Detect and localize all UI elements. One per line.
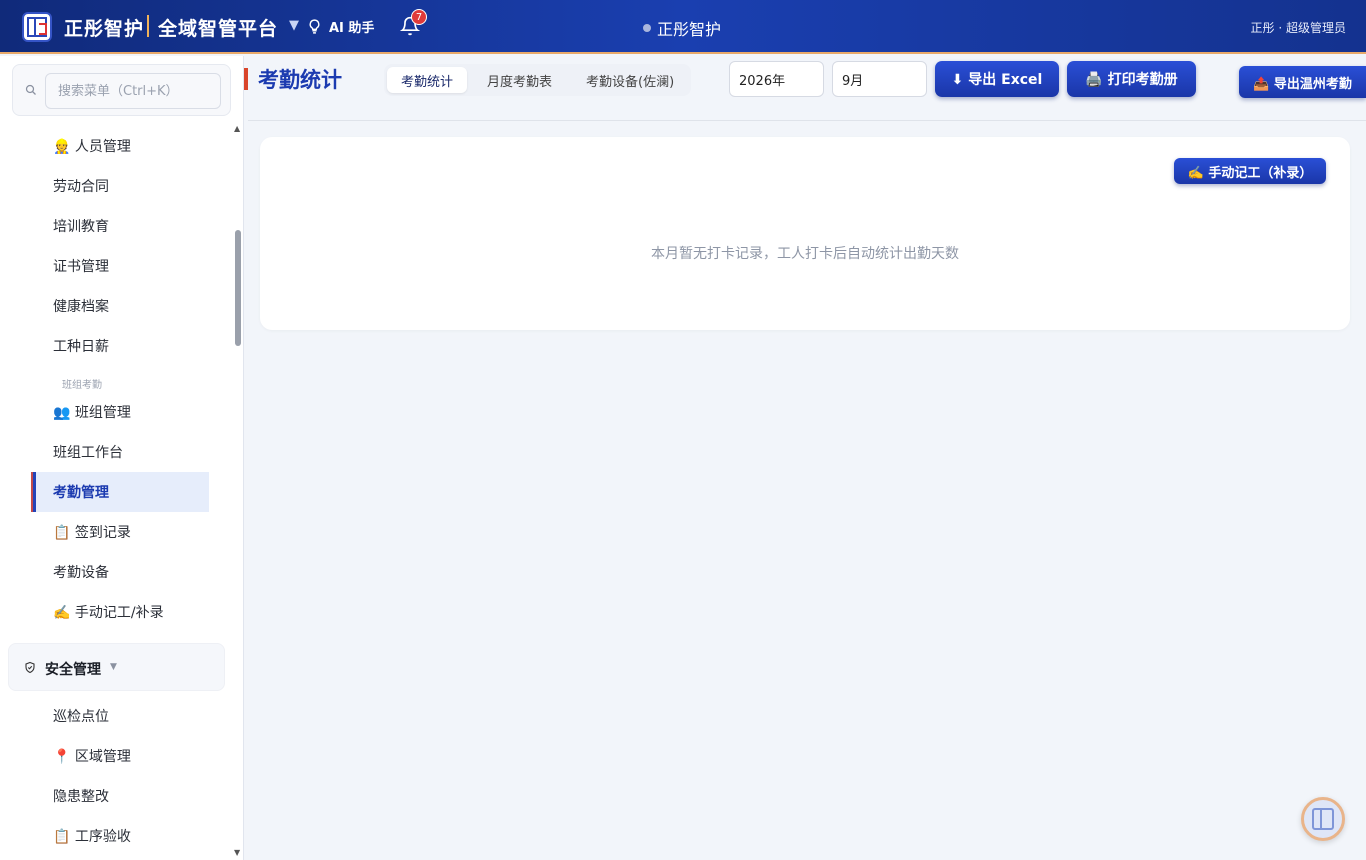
ai-assistant-label: AI 助手 xyxy=(329,21,375,36)
floating-assistant-button[interactable] xyxy=(1301,797,1345,841)
print-roster-button[interactable]: 🖨️ 打印考勤册 xyxy=(1067,61,1196,97)
page-title: 考勤统计 xyxy=(258,68,342,92)
app-logo-icon xyxy=(1312,808,1334,830)
center-title: 正彤智护 xyxy=(643,16,721,40)
shield-icon xyxy=(25,661,35,674)
lightbulb-icon xyxy=(309,19,320,34)
export-wenzhou-button[interactable]: 📤 导出温州考勤 xyxy=(1239,66,1366,98)
scroll-down-arrow-icon[interactable]: ▼ xyxy=(234,848,240,857)
sidebar-item-personnel[interactable]: 👷 人员管理 xyxy=(53,136,131,156)
sidebar-item-attendance[interactable]: 考勤管理 xyxy=(53,482,109,502)
sidebar-item-daily-wage[interactable]: 工种日薪 xyxy=(53,336,109,356)
empty-state-message: 本月暂无打卡记录，工人打卡后自动统计出勤天数 xyxy=(651,246,959,262)
top-header: 正彤智护 全域智管平台 ▼ AI 助手 7 正彤智护 正彤 · 超级管理员 xyxy=(0,0,1366,54)
scrollbar-thumb[interactable] xyxy=(235,230,241,346)
sidebar-item-team-management[interactable]: 👥 班组管理 xyxy=(53,402,131,422)
brand-name: 正彤智护 xyxy=(64,18,145,40)
app-logo[interactable] xyxy=(22,12,52,42)
platform-name: 全域智管平台 xyxy=(158,18,279,40)
tab-attendance-devices[interactable]: 考勤设备(佐澜) xyxy=(572,67,688,93)
sidebar-item-team-workbench[interactable]: 班组工作台 xyxy=(53,442,123,462)
sidebar-item-manual-record[interactable]: ✍️ 手动记工/补录 xyxy=(53,602,164,622)
status-dot-icon xyxy=(643,24,651,32)
search-icon xyxy=(25,84,36,95)
sidebar-item-health-records[interactable]: 健康档案 xyxy=(53,296,109,316)
chevron-down-icon: ▼ xyxy=(110,662,117,672)
notification-badge: 7 xyxy=(411,9,427,25)
tab-bar: 考勤统计 月度考勤表 考勤设备(佐澜) xyxy=(384,64,692,96)
ai-assistant-button[interactable]: AI 助手 xyxy=(306,17,374,36)
brand-divider xyxy=(147,15,149,37)
page-title-accent xyxy=(244,68,248,90)
center-title-text: 正彤智护 xyxy=(657,20,722,39)
sidebar-group-label: 安全管理 xyxy=(45,662,101,678)
sidebar: ▲ ▼ 👷 人员管理 劳动合同 培训教育 证书管理 健康档案 工种日薪 班组考勤… xyxy=(0,56,244,860)
sidebar-subheading: 班组考勤 xyxy=(62,380,102,391)
sidebar-item-certificates[interactable]: 证书管理 xyxy=(53,256,109,276)
search-input[interactable] xyxy=(45,73,221,109)
sidebar-item-training[interactable]: 培训教育 xyxy=(53,216,109,236)
sidebar-item-process-acceptance[interactable]: 📋 工序验收 xyxy=(53,826,131,846)
sidebar-item-checkin-records[interactable]: 📋 签到记录 xyxy=(53,522,131,542)
sidebar-item-area-management[interactable]: 📍 区域管理 xyxy=(53,746,131,766)
export-excel-button[interactable]: ⬇ 导出 Excel xyxy=(935,61,1059,97)
sidebar-item-attendance-devices[interactable]: 考勤设备 xyxy=(53,562,109,582)
manual-record-button[interactable]: ✍️ 手动记工（补录） xyxy=(1174,158,1326,184)
scroll-up-arrow-icon[interactable]: ▲ xyxy=(234,124,240,133)
search-box xyxy=(12,64,231,116)
month-select[interactable]: 9月 xyxy=(832,61,927,97)
year-select[interactable]: 2026年 xyxy=(729,61,824,97)
platform-dropdown-icon[interactable]: ▼ xyxy=(289,18,299,33)
tab-attendance-stats[interactable]: 考勤统计 xyxy=(387,67,468,93)
user-info[interactable]: 正彤 · 超级管理员 xyxy=(1251,19,1346,36)
sidebar-group-safety[interactable]: 安全管理 ▼ xyxy=(8,643,225,691)
sidebar-item-patrol-points[interactable]: 巡检点位 xyxy=(53,706,109,726)
tab-monthly-sheet[interactable]: 月度考勤表 xyxy=(473,67,566,93)
sidebar-item-hazard-rectification[interactable]: 隐患整改 xyxy=(53,786,109,806)
sidebar-item-labor-contract[interactable]: 劳动合同 xyxy=(53,176,109,196)
toolbar-divider xyxy=(248,120,1366,121)
